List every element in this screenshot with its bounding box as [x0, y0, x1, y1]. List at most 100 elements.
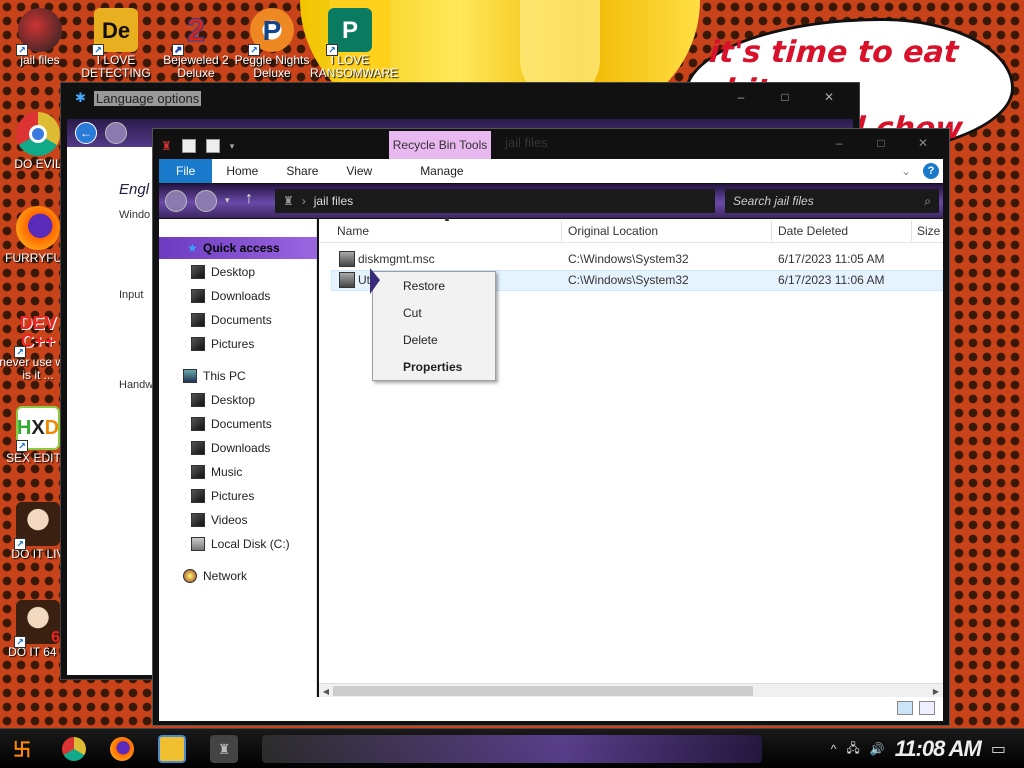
desktop-icon-detecting[interactable]: De ↗ I LOVE DETECTING [76, 8, 156, 80]
taskbar-app-icon[interactable]: ♜ [210, 735, 238, 763]
recycle-bin-icon: ♜ [161, 139, 172, 153]
horizontal-scrollbar[interactable]: ◀ ▶ [319, 683, 943, 697]
network-tray-icon[interactable]: 🖧 [846, 739, 859, 760]
taskbar-explorer-icon[interactable] [158, 735, 186, 763]
forward-button[interactable] [105, 122, 127, 144]
explorer-minimize-button[interactable]: – [819, 133, 859, 153]
handwriting-label: Handw [119, 379, 154, 391]
nav-item-label: Network [203, 569, 248, 583]
portrait-icon: ↗ [14, 502, 60, 550]
nav-item-label: Desktop [211, 265, 256, 279]
large-icons-view-icon[interactable] [919, 701, 935, 715]
column-name[interactable]: Name [337, 224, 369, 238]
nav-item-label: Downloads [211, 441, 271, 455]
downloads-folder-icon [191, 441, 205, 455]
details-view-icon[interactable] [897, 701, 913, 715]
computer-icon [183, 369, 197, 383]
chrome-icon [16, 112, 60, 156]
nav-this-pc[interactable]: This PC [183, 365, 333, 387]
quick-access-toolbar: ♜ ▾ [161, 135, 234, 157]
desktop-folder-icon [191, 265, 205, 279]
explorer-close-button[interactable]: ✕ [903, 133, 943, 153]
scroll-right-icon[interactable]: ▶ [929, 684, 943, 698]
column-original-location[interactable]: Original Location [568, 224, 658, 238]
menu-item-delete[interactable]: Delete [373, 328, 495, 352]
hxd-icon: H X D ↗ [16, 406, 60, 452]
language-window-title: Language options [93, 90, 202, 106]
explorer-window[interactable]: ♜ ▾ Recycle Bin Tools jail files – □ ✕ F… [152, 128, 950, 726]
clock[interactable]: 11:08 AM [895, 736, 982, 762]
up-arrow-icon[interactable]: ↑ [245, 190, 253, 208]
desktop-icon-label: Bejeweled 2 Deluxe [163, 53, 229, 80]
music-folder-icon [191, 465, 205, 479]
tab-view[interactable]: View [332, 159, 386, 183]
nav-item-label: Downloads [211, 289, 271, 303]
back-button[interactable] [165, 190, 187, 212]
nav-quick-access-label: Quick access [203, 241, 280, 255]
devcpp-icon: DEV C++ ↗ [14, 310, 60, 358]
help-icon[interactable]: ? [923, 163, 939, 179]
notification-icon[interactable]: ▭ [991, 739, 1006, 759]
recycle-bin-icon: ♜ [283, 194, 294, 208]
back-button[interactable]: ← [75, 122, 97, 144]
windows-display-label: Windo [119, 209, 151, 221]
desktop-icon-ransomware[interactable]: P ↗ I LOVE RANSOMWARE [310, 8, 398, 80]
nav-item-label: Documents [211, 417, 272, 431]
address-bar[interactable]: ♜ › jail files [275, 189, 715, 213]
portrait-64-icon: 6 ↗ [14, 600, 60, 648]
scrollbar-thumb[interactable] [333, 686, 753, 696]
menu-item-cut[interactable]: Cut [373, 301, 495, 325]
column-date-deleted[interactable]: Date Deleted [778, 224, 848, 238]
search-icon: ⌕ [924, 193, 931, 208]
tab-manage[interactable]: Manage [406, 159, 477, 183]
file-name: Ut [358, 273, 370, 287]
ribbon-expand-icon[interactable]: ⌄ [901, 164, 911, 178]
tab-share[interactable]: Share [272, 159, 332, 183]
desktop-icon-peggle[interactable]: P ↗ Peggle Nights Deluxe [232, 8, 312, 80]
desktop-icon-bejeweled[interactable]: 2 ↗ Bejeweled 2 Deluxe [156, 8, 236, 80]
menu-item-properties[interactable]: Properties [373, 355, 495, 379]
nav-network[interactable]: Network [183, 565, 333, 587]
taskbar-chrome-icon[interactable] [62, 737, 86, 761]
ribbon-tabs: File Home Share View Manage ⌄ ? [159, 159, 943, 183]
new-folder-qat-button[interactable] [205, 139, 220, 153]
minimize-button[interactable]: – [721, 87, 761, 107]
desktop-icon-label: I LOVE DETECTING [81, 53, 151, 80]
navigation-pane: ★ Quick access Desktop📌 Downloads📌 Docum… [159, 219, 339, 715]
nav-item-label: Desktop [211, 393, 256, 407]
qat-dropdown-icon[interactable]: ▾ [230, 141, 235, 152]
settings-icon: ✱ [75, 90, 86, 105]
start-button[interactable]: 卐 [8, 735, 36, 763]
recent-locations-icon[interactable]: ▾ [225, 195, 230, 206]
tab-file[interactable]: File [159, 159, 213, 183]
search-input[interactable]: Search jail files ⌕ [725, 189, 939, 213]
volume-icon[interactable]: 🔊 [870, 742, 885, 756]
file-row[interactable]: diskmgmt.msc C:\Windows\System32 6/17/20… [331, 249, 943, 270]
close-button[interactable]: ✕ [809, 87, 849, 107]
forward-button[interactable] [195, 190, 217, 212]
nav-quick-access[interactable]: ★ Quick access [159, 237, 317, 259]
maximize-button[interactable]: □ [765, 87, 805, 107]
videos-folder-icon [191, 513, 205, 527]
column-headers: Name ▲ Original Location Date Deleted Si… [319, 214, 943, 243]
tab-home[interactable]: Home [212, 159, 272, 183]
mouse-cursor-icon [370, 268, 380, 294]
sort-arrow-icon: ▲ [443, 214, 451, 223]
explorer-maximize-button[interactable]: □ [861, 133, 901, 153]
column-size[interactable]: Size [917, 224, 940, 238]
nav-item-label: Documents [211, 313, 272, 327]
taskbar-firefox-icon[interactable] [110, 737, 134, 761]
file-location: C:\Windows\System32 [568, 252, 689, 266]
status-bar [159, 697, 943, 721]
file-date: 6/17/2023 11:06 AM [778, 273, 885, 287]
properties-qat-button[interactable] [181, 139, 196, 153]
input-method-label: Input [119, 289, 144, 301]
desktop-icon-jail-files[interactable]: ↗ jail files [0, 8, 80, 67]
menu-item-restore[interactable]: Restore [373, 274, 495, 298]
scroll-left-icon[interactable]: ◀ [319, 684, 333, 698]
recycle-bin-tools-tab[interactable]: Recycle Bin Tools [389, 131, 491, 159]
tray-overflow-icon[interactable]: ^ [831, 742, 837, 756]
language-heading: Engl [119, 181, 150, 198]
breadcrumb: jail files [313, 194, 354, 208]
desktop-folder-icon [191, 393, 205, 407]
